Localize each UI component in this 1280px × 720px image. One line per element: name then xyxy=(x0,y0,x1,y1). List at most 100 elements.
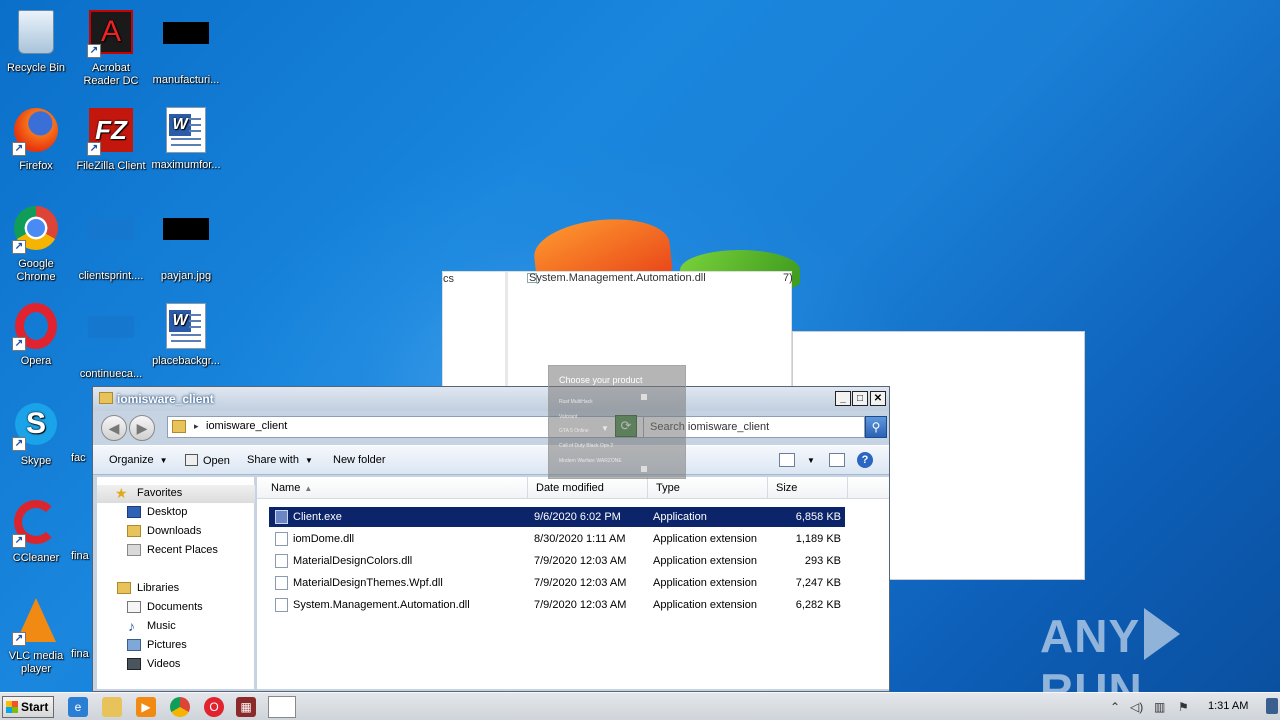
chevron-down-icon[interactable]: ▼ xyxy=(601,424,609,433)
chevron-down-icon: ▼ xyxy=(304,456,313,465)
product-option[interactable]: GTA 5 Online xyxy=(559,428,589,434)
star-icon: ★ xyxy=(115,485,128,501)
chevron-down-icon[interactable]: ▼ xyxy=(807,456,815,465)
black-thumbnail-icon xyxy=(162,218,210,266)
folder-icon xyxy=(99,392,113,404)
vlc-icon: ↗ xyxy=(12,598,60,646)
file-row[interactable]: iomDome.dll 8/30/2020 1:11 AM Applicatio… xyxy=(269,529,845,549)
column-name[interactable]: Name ▲ xyxy=(263,477,528,499)
product-option[interactable]: Rust MultiHack xyxy=(559,399,593,405)
shortcut-arrow-icon: ↗ xyxy=(87,44,101,58)
file-row[interactable]: MaterialDesignColors.dll 7/9/2020 12:03 … xyxy=(269,551,845,571)
resize-handle-icon[interactable] xyxy=(641,466,647,472)
media-player-icon[interactable]: ▶ xyxy=(136,697,156,717)
opera-icon[interactable]: O xyxy=(204,697,224,717)
organize-button[interactable]: Organize ▼ xyxy=(109,454,168,466)
dll-file-icon xyxy=(275,532,288,546)
close-button[interactable]: ✕ xyxy=(870,391,886,406)
desktop-icon-clientsprint[interactable]: clientsprint.... xyxy=(73,204,149,283)
desktop-icon-continueca[interactable]: continueca... xyxy=(73,302,149,381)
taskbar: Start e ▶ O ▦ ⌃ ◁) ▥ ⚑ 1:31 AM xyxy=(0,692,1280,720)
chrome-icon[interactable] xyxy=(170,697,190,717)
file-explorer-icon[interactable] xyxy=(102,697,122,717)
desktop-icon-fina-1[interactable]: fina xyxy=(55,498,95,563)
desktop-icon-manufacturi[interactable]: manufacturi... xyxy=(148,8,224,87)
breadcrumb[interactable]: iomisware_client xyxy=(206,420,287,432)
desktop-icon-acrobat[interactable]: A ↗ Acrobat Reader DC xyxy=(73,8,149,88)
chrome-icon: ↗ xyxy=(12,206,60,254)
filezilla-icon: FZ ↗ xyxy=(87,108,135,156)
share-with-button[interactable]: Share with ▼ xyxy=(247,454,313,466)
recycle-bin-icon xyxy=(12,10,60,58)
winrar-icon[interactable]: ▦ xyxy=(236,697,256,717)
close-icon[interactable] xyxy=(641,394,647,400)
start-button[interactable]: Start xyxy=(2,696,54,718)
open-icon xyxy=(185,454,198,466)
recent-places-icon xyxy=(127,544,141,556)
column-type[interactable]: Type xyxy=(648,477,768,499)
preview-pane-icon[interactable] xyxy=(829,453,845,467)
show-hidden-icons-icon[interactable]: ⌃ xyxy=(1110,700,1120,714)
breadcrumb-arrow-icon[interactable]: ▸ xyxy=(194,421,199,432)
file-row-client-exe[interactable]: Client.exe 9/6/2020 6:02 PM Application … xyxy=(269,507,845,527)
choose-product-dialog[interactable]: Choose your product Rust MultiHack Valor… xyxy=(548,365,686,479)
address-bar-row: ◀ ▶ ▸ iomisware_client ⟳ Search iomiswar… xyxy=(93,411,889,443)
dll-file-icon xyxy=(275,554,288,568)
word-document-icon: W xyxy=(162,107,210,155)
nav-favorites[interactable]: ★ Favorites xyxy=(97,485,255,503)
back-button[interactable]: ◀ xyxy=(101,415,127,441)
desktop-icon-firefox[interactable]: ↗ Firefox xyxy=(0,106,74,173)
documents-icon xyxy=(127,601,141,613)
minimize-button[interactable]: _ xyxy=(835,391,851,406)
videos-icon xyxy=(127,658,141,670)
desktop-icon-fac[interactable]: fac xyxy=(55,400,95,465)
network-icon[interactable]: ▥ xyxy=(1154,700,1165,714)
show-desktop-button[interactable] xyxy=(1266,698,1278,714)
desktop-icon-chrome[interactable]: ↗ Google Chrome xyxy=(0,204,74,284)
desktop-icon-recycle-bin[interactable]: Recycle Bin xyxy=(0,8,74,75)
column-date-modified[interactable]: Date modified xyxy=(528,477,648,499)
desktop-icon-placebackgr[interactable]: W placebackgr... xyxy=(148,302,224,368)
maximize-button[interactable]: □ xyxy=(852,391,868,406)
internet-explorer-icon[interactable]: e xyxy=(68,697,88,717)
chevron-down-icon: ▼ xyxy=(159,456,168,465)
pictures-icon xyxy=(127,639,141,651)
downloads-folder-icon xyxy=(127,525,141,537)
view-options-icon[interactable] xyxy=(779,453,795,467)
column-size[interactable]: Size xyxy=(768,477,848,499)
black-thumbnail-icon xyxy=(162,22,210,70)
partial-icon xyxy=(60,400,90,448)
product-option[interactable]: Call of Duty Black Ops 2 xyxy=(559,443,613,449)
desktop-icon-filezilla[interactable]: FZ ↗ FileZilla Client xyxy=(73,106,149,173)
dll-file-icon xyxy=(275,598,288,612)
title-bar[interactable]: iomisware_client _ □ ✕ xyxy=(93,387,889,411)
product-option[interactable]: Modern Warfare WARZONE xyxy=(559,458,622,464)
explorer-window[interactable]: iomisware_client _ □ ✕ ◀ ▶ ▸ iomisware_c… xyxy=(92,386,890,692)
clock[interactable]: 1:31 AM xyxy=(1208,700,1248,712)
dll-file-icon xyxy=(275,576,288,590)
action-center-flag-icon[interactable]: ⚑ xyxy=(1178,700,1189,714)
column-headers: Name ▲ Date modified Type Size xyxy=(257,477,889,499)
product-option[interactable]: Valorant xyxy=(559,414,577,420)
pane-divider xyxy=(505,272,508,390)
navigation-pane: ★ Favorites Desktop Downloads Recent Pla… xyxy=(97,477,255,689)
open-button[interactable]: Open xyxy=(185,454,230,467)
desktop-icon xyxy=(127,506,141,518)
help-icon[interactable]: ? xyxy=(857,452,873,468)
skype-icon: S ↗ xyxy=(12,403,60,451)
desktop-icon-fina-2[interactable]: fina xyxy=(55,596,95,661)
forward-button[interactable]: ▶ xyxy=(129,415,155,441)
command-bar: Organize ▼ Open Share with ▼ New folder ▼ … xyxy=(93,445,889,475)
search-icon[interactable]: ⚲ xyxy=(865,416,887,438)
desktop-icon-opera[interactable]: ↗ Opera xyxy=(0,302,74,368)
file-list[interactable]: Name ▲ Date modified Type Size Client.exe… xyxy=(257,477,889,689)
partial-icon xyxy=(60,498,90,546)
anyrun-watermark: ANYRUN xyxy=(1040,608,1240,716)
speaker-icon[interactable]: ◁) xyxy=(1130,700,1143,714)
file-row[interactable]: System.Management.Automation.dll 7/9/202… xyxy=(269,595,845,615)
desktop-icon-maximumfor[interactable]: W maximumfor... xyxy=(148,106,224,172)
desktop-icon-payjan[interactable]: payjan.jpg xyxy=(148,204,224,283)
new-folder-button[interactable]: New folder xyxy=(333,454,386,466)
file-row[interactable]: MaterialDesignThemes.Wpf.dll 7/9/2020 12… xyxy=(269,573,845,593)
taskbar-window-button[interactable] xyxy=(268,696,296,718)
